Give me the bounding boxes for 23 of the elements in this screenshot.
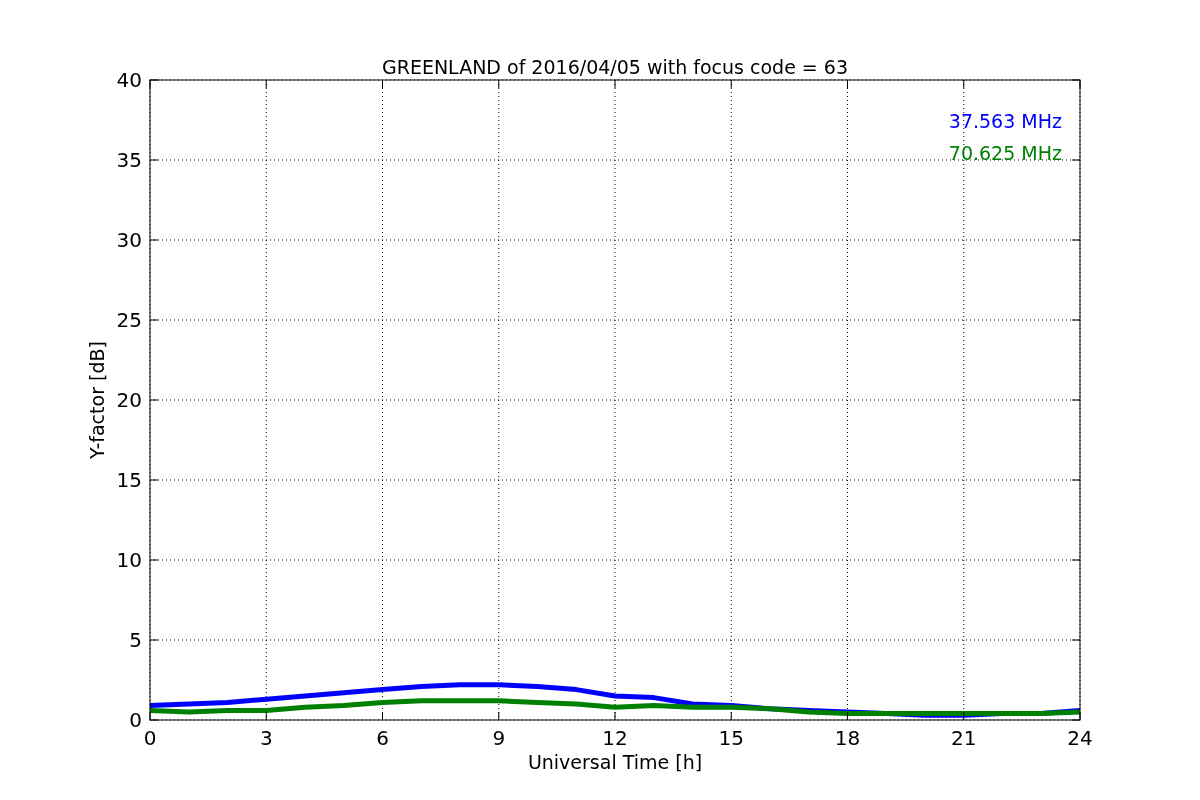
x-tick-label: 6: [376, 726, 389, 750]
y-tick-label: 40: [116, 68, 142, 92]
y-axis-label: Y-factor [dB]: [86, 341, 108, 459]
y-tick-label: 0: [129, 708, 142, 732]
x-tick-label: 15: [718, 726, 744, 750]
x-axis-label: Universal Time [h]: [527, 751, 703, 773]
y-tick-label: 25: [116, 308, 142, 332]
x-tick-label: 3: [259, 726, 273, 750]
y-tick-label: 10: [116, 548, 142, 572]
y-tick-label: 15: [116, 468, 142, 492]
y-tick-label: 35: [116, 148, 142, 172]
x-tick-label: 12: [602, 726, 628, 750]
x-tick-label: 0: [143, 726, 157, 750]
x-tick-label: 9: [492, 726, 506, 750]
legend-label: 70.625 MHz: [948, 142, 1062, 164]
x-tick-label: 24: [1067, 726, 1093, 750]
x-tick-label: 21: [951, 726, 977, 750]
x-tick-label: 18: [834, 726, 861, 750]
y-tick-label: 20: [116, 388, 142, 412]
chart-title: GREENLAND of 2016/04/05 with focus code = 63: [382, 56, 848, 78]
y-tick-label: 5: [129, 628, 142, 652]
y-tick-label: 30: [116, 228, 142, 252]
legend-label: 37.563 MHz: [948, 110, 1062, 132]
